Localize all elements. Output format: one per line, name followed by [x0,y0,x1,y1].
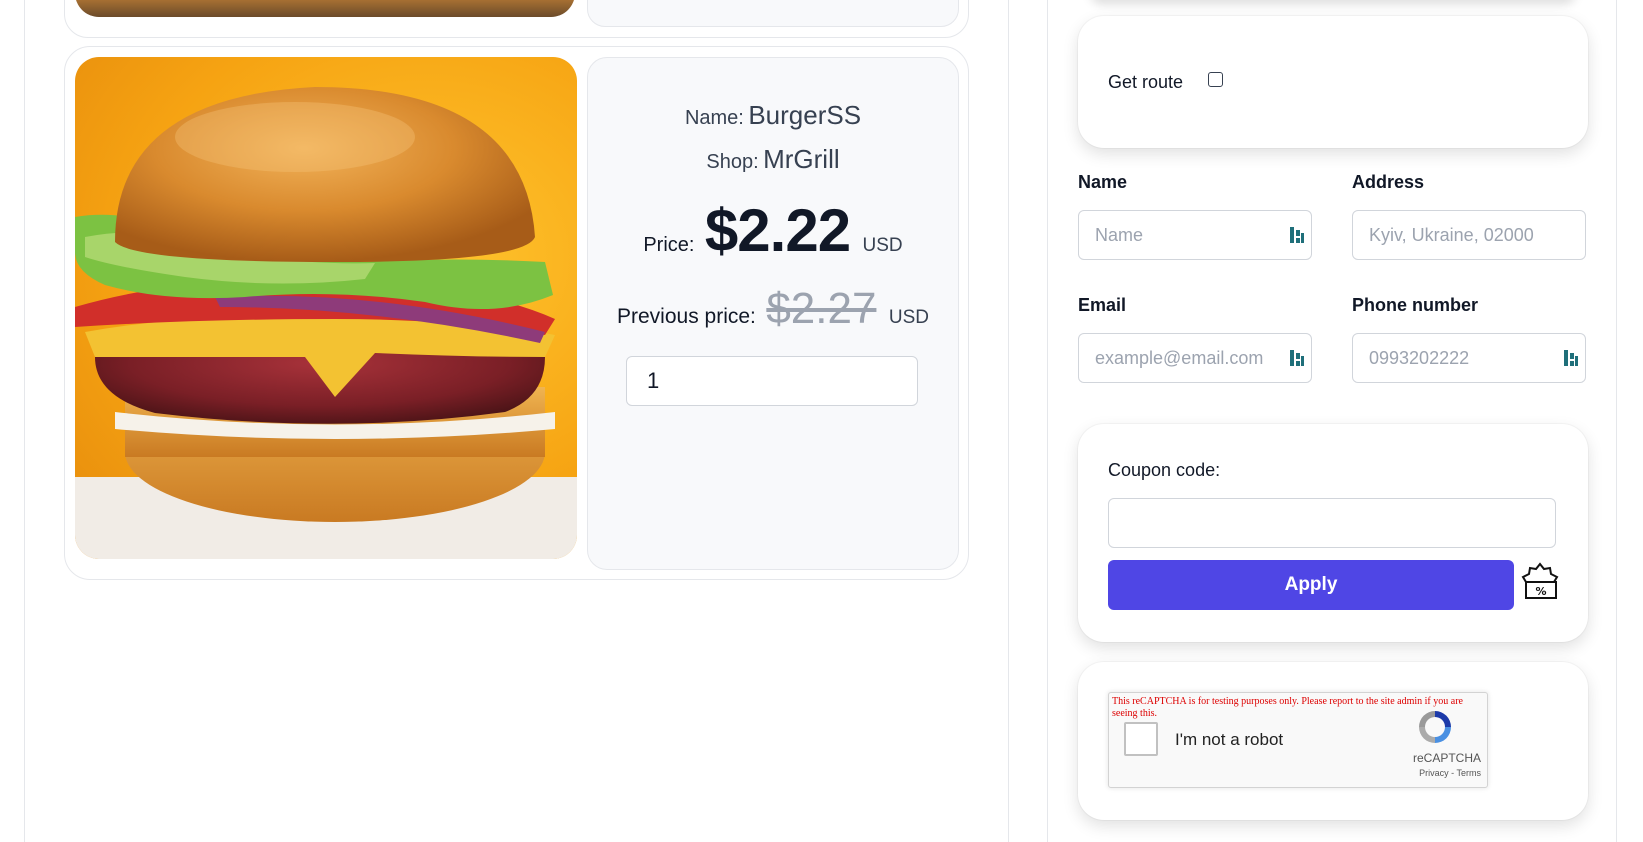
password-manager-icon[interactable] [1289,225,1305,245]
product-price: $2.22 [704,197,851,264]
address-label: Address [1352,172,1425,192]
email-label: Email [1078,295,1127,315]
product-shop: MrGrill [763,144,840,174]
product-price-row: Price: $2.22 USD [588,196,958,265]
previous-price-row: Previous price: $2.27 USD [588,284,958,334]
product-info: Name: BurgerSS Shop: MrGrill Price: $2.2… [587,57,959,570]
product-price-label: Price: [643,234,695,256]
previous-product-info [587,0,959,27]
product-name: BurgerSS [748,100,862,130]
password-manager-icon[interactable] [1563,348,1579,368]
product-name-row: Name: BurgerSS [588,100,958,131]
previous-price-currency: USD [888,307,930,328]
product-card: Name: BurgerSS Shop: MrGrill Price: $2.2… [64,46,969,580]
previous-product-image [75,0,575,17]
address-input[interactable] [1352,210,1586,260]
discount-coupon-icon: % [1521,562,1559,599]
recaptcha-links[interactable]: Privacy - Terms [1419,768,1481,778]
previous-price-label: Previous price: [616,305,756,328]
coupon-card: Coupon code: Apply % [1078,424,1588,642]
product-name-label: Name: [684,107,744,129]
svg-text:%: % [1535,585,1546,598]
get-route-label: Get route [1108,72,1184,92]
captcha-card: This reCAPTCHA is for testing purposes o… [1078,662,1588,820]
phone-input[interactable] [1352,333,1586,383]
quantity-input[interactable] [626,356,918,406]
name-label: Name [1078,172,1128,192]
coupon-label: Coupon code: [1108,460,1221,480]
product-image [75,57,577,559]
password-manager-icon[interactable] [1289,348,1305,368]
previous-product-card [64,0,969,38]
phone-label: Phone number [1352,295,1479,315]
recaptcha-widget: This reCAPTCHA is for testing purposes o… [1108,692,1488,788]
route-card: Get route [1078,16,1588,148]
product-shop-row: Shop: MrGrill [588,144,958,175]
product-currency: USD [862,235,903,256]
recaptcha-checkbox[interactable] [1124,722,1158,756]
previous-price: $2.27 [766,284,877,333]
email-input[interactable] [1078,333,1312,383]
coupon-input[interactable] [1108,498,1556,548]
name-input[interactable] [1078,210,1312,260]
apply-coupon-button[interactable]: Apply [1108,560,1514,610]
recaptcha-brand: reCAPTCHA [1412,751,1481,765]
get-route-checkbox[interactable] [1208,72,1223,87]
recaptcha-logo-icon [1419,711,1451,743]
product-shop-label: Shop: [706,151,759,173]
recaptcha-label: I'm not a robot [1175,730,1284,749]
